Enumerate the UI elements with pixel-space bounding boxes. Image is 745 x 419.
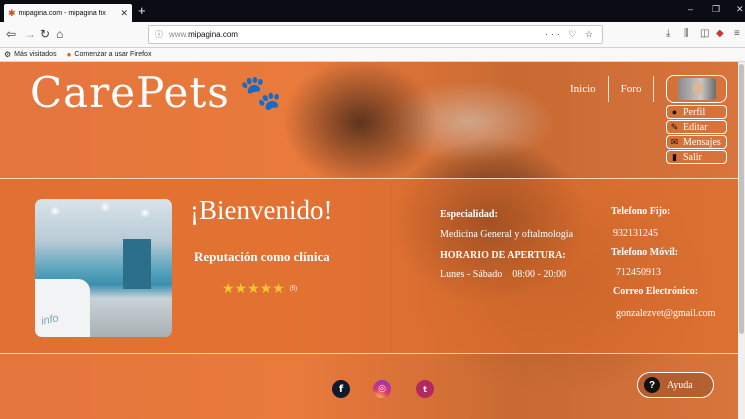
photo-counter — [35, 279, 90, 337]
specialty-label: Especialidad: — [440, 209, 498, 220]
menu-item-logout[interactable]: ▮ Salir — [666, 150, 727, 164]
reputation-label: Reputación como clínica — [194, 249, 330, 264]
pencil-icon: ✎ — [670, 121, 679, 132]
rating-count: (5) — [289, 285, 298, 292]
extension-icon[interactable]: ◆ — [716, 28, 724, 39]
minimize-button[interactable]: – — [688, 4, 693, 14]
nav-divider — [653, 76, 655, 102]
close-window-button[interactable]: ✕ — [736, 4, 744, 15]
menu-item-messages[interactable]: ✉ Mensajes — [666, 135, 727, 149]
mobile-label: Telefono Móvil: — [611, 247, 679, 258]
browser-tab-bar: ✱ mipagina.com - mipagina fix ✕ + – ❐ ✕ — [0, 0, 745, 22]
scrollbar-thumb[interactable] — [739, 64, 744, 334]
landline-value: 932131245 — [613, 228, 658, 239]
favicon-icon: ✱ — [8, 7, 16, 18]
nav-home-link[interactable]: Inicio — [558, 83, 608, 95]
firefox-icon: ● — [66, 50, 72, 59]
url-bar[interactable]: ⓘ www.mipagina.com ··· ♡ ☆ — [148, 25, 603, 44]
profile-dropdown: ● Perfil ✎ Editar ✉ Mensajes ▮ Salir — [666, 105, 727, 165]
maximize-button[interactable]: ❐ — [712, 4, 720, 15]
close-tab-icon[interactable]: ✕ — [120, 8, 128, 19]
downloads-icon[interactable]: ⤓ — [666, 28, 670, 39]
url-text: www.mipagina.com — [169, 30, 238, 39]
help-button[interactable]: ? Ayuda — [637, 372, 714, 398]
exit-icon: ▮ — [672, 151, 677, 162]
profile-menu-button[interactable] — [666, 75, 727, 103]
avatar — [677, 78, 716, 100]
help-label: Ayuda — [667, 379, 693, 391]
bookmark-firefox[interactable]: ● Comenzar a usar Firefox — [67, 50, 152, 59]
menu-icon[interactable]: ≡ — [734, 28, 740, 39]
paw-icon: 🐾 — [239, 72, 284, 113]
info-icon[interactable]: ⓘ — [155, 29, 163, 40]
page-scrollbar[interactable] — [738, 62, 745, 419]
mail-icon: ✉ — [670, 136, 679, 147]
reload-icon[interactable]: ↻ — [40, 27, 50, 41]
gear-icon: ⚙ — [4, 50, 12, 59]
hours-value: Lunes - Sábado 08:00 - 20:00 — [440, 269, 567, 280]
clinic-photo: info — [35, 199, 172, 337]
sidebar-icon[interactable]: ◫ — [700, 28, 709, 39]
email-value: gonzalezvet@gmail.com — [616, 308, 716, 319]
page-viewport: CarePets 🐾 Inicio Foro ● Perfil ✎ Editar… — [0, 62, 738, 419]
photo-door — [123, 239, 151, 289]
star-rating: ★★★★★ (5) — [222, 280, 297, 297]
main-nav: Inicio Foro — [558, 76, 655, 102]
facebook-icon[interactable]: f — [332, 380, 350, 398]
welcome-heading: ¡Bienvenido! — [190, 195, 333, 225]
back-icon[interactable]: ⇦ — [6, 27, 16, 41]
question-icon: ? — [644, 377, 660, 393]
user-icon: ● — [671, 107, 678, 117]
twitter-icon[interactable]: t — [416, 380, 434, 398]
forward-icon[interactable]: → — [24, 27, 36, 41]
library-icon[interactable]: ⫼ — [684, 28, 689, 39]
browser-toolbar: ⇦ → ↻ ⌂ ⓘ www.mipagina.com ··· ♡ ☆ ⤓ ⫼ ◫… — [0, 22, 745, 48]
mobile-value: 712450913 — [616, 267, 661, 278]
browser-tab[interactable]: ✱ mipagina.com - mipagina fix ✕ — [4, 4, 132, 22]
menu-item-profile[interactable]: ● Perfil — [666, 105, 727, 119]
site-logo[interactable]: CarePets 🐾 — [30, 68, 283, 117]
instagram-icon[interactable]: ◎ — [373, 380, 391, 398]
email-label: Correo Electrónico: — [613, 286, 699, 297]
hours-label: HORARIO DE APERTURA: — [440, 250, 566, 261]
specialty-value: Medicina General y oftalmología — [440, 229, 574, 240]
landline-label: Telefono Fijo: — [611, 206, 671, 217]
menu-item-edit[interactable]: ✎ Editar — [666, 120, 727, 134]
page-actions-icon[interactable]: ··· ♡ ☆ — [545, 29, 596, 40]
bookmark-most-visited[interactable]: ⚙ Más visitados — [4, 50, 57, 59]
nav-forum-link[interactable]: Foro — [609, 83, 654, 95]
new-tab-button[interactable]: + — [138, 3, 146, 18]
stars-icon: ★★★★★ — [222, 280, 285, 296]
bookmarks-bar: ⚙ Más visitados ● Comenzar a usar Firefo… — [0, 48, 745, 62]
clinic-info-section: info ¡Bienvenido! Reputación como clínic… — [0, 178, 738, 354]
home-icon[interactable]: ⌂ — [56, 27, 63, 41]
tab-title: mipagina.com - mipagina fix — [18, 9, 106, 17]
